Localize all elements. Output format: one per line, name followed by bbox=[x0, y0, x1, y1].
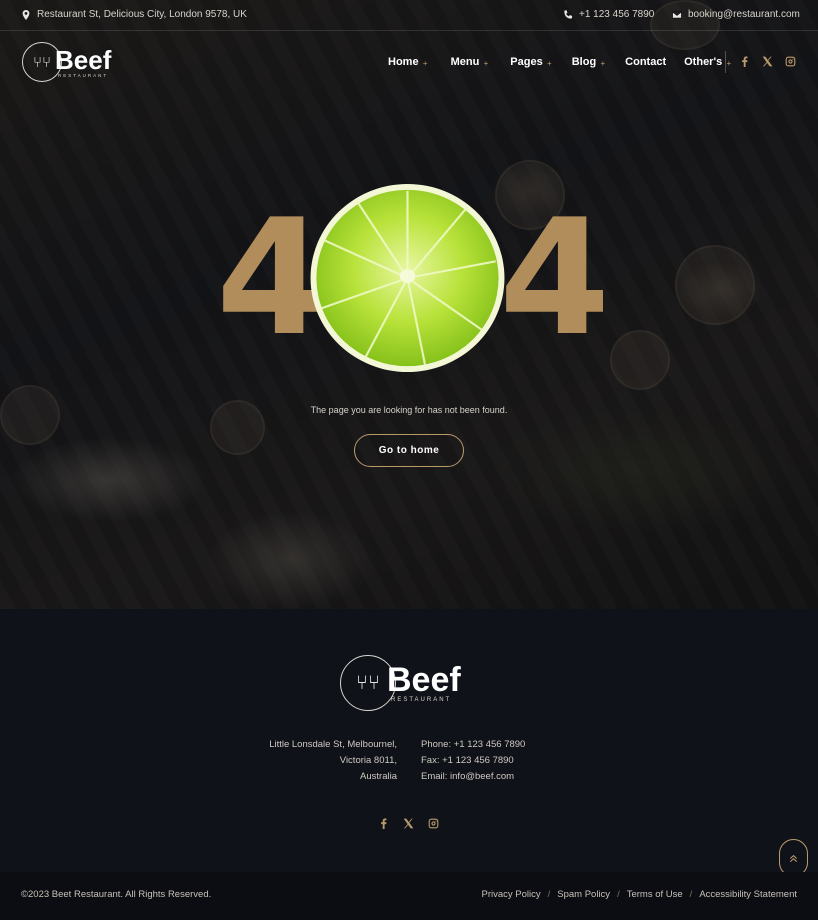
nav-item-menu[interactable]: Menu + bbox=[450, 56, 489, 68]
facebook-icon[interactable] bbox=[739, 56, 750, 67]
nav-divider bbox=[725, 51, 726, 73]
terms-of-use-link[interactable]: Terms of Use bbox=[627, 889, 683, 900]
spam-policy-link[interactable]: Spam Policy bbox=[557, 889, 610, 900]
address-line: Victoria 8011, bbox=[339, 755, 397, 766]
submenu-plus-icon: + bbox=[422, 59, 428, 68]
nav-item-contact[interactable]: Contact bbox=[625, 56, 666, 68]
phone-icon bbox=[564, 9, 573, 19]
bottom-bar: ©2023 Beet Restaurant. All Rights Reserv… bbox=[0, 872, 818, 920]
error-digit-right: 4 bbox=[499, 184, 611, 371]
main-nav: Home + Menu + Pages + Blog + Contact Other's… bbox=[388, 56, 731, 68]
footer-contact: Phone: +1 123 456 7890 Fax: +1 123 456 7… bbox=[421, 737, 525, 785]
logo-tagline: RESTAURANT bbox=[58, 72, 109, 78]
logo-tagline: RESTAURANT bbox=[391, 697, 452, 703]
email-info[interactable]: booking@restaurant.com bbox=[672, 9, 800, 20]
nav-item-pages[interactable]: Pages + bbox=[510, 56, 551, 68]
instagram-icon[interactable] bbox=[785, 56, 796, 67]
go-to-home-button[interactable]: Go to home bbox=[354, 434, 464, 467]
logo-wordmark: Beef bbox=[55, 44, 112, 75]
nav-label: Other's bbox=[684, 56, 723, 68]
envelope-icon bbox=[672, 10, 682, 19]
nav-item-others[interactable]: Other's + bbox=[684, 56, 731, 68]
error-message: The page you are looking for has not bee… bbox=[310, 405, 508, 415]
top-bar: Restaurant St, Delicious City, London 95… bbox=[0, 0, 818, 31]
link-separator: / bbox=[617, 889, 620, 900]
header-social-links bbox=[739, 56, 796, 67]
footer-phone[interactable]: Phone: +1 123 456 7890 bbox=[421, 737, 525, 753]
lime-slice-image bbox=[310, 183, 505, 373]
double-chevron-up-icon bbox=[789, 854, 798, 862]
submenu-plus-icon: + bbox=[483, 59, 489, 68]
nav-label: Blog bbox=[571, 56, 597, 68]
map-marker-icon bbox=[22, 9, 30, 20]
x-twitter-icon[interactable] bbox=[403, 818, 414, 829]
x-twitter-icon[interactable] bbox=[762, 56, 773, 67]
nav-item-blog[interactable]: Blog + bbox=[571, 56, 605, 68]
header-logo[interactable]: ⑂⑂ Beef RESTAURANT bbox=[22, 42, 111, 82]
footer-social-links bbox=[378, 818, 439, 829]
footer-fax: Fax: +1 123 456 7890 bbox=[421, 755, 514, 766]
accessibility-statement-link[interactable]: Accessibility Statement bbox=[699, 889, 797, 900]
logo-wordmark: Beef bbox=[387, 661, 461, 699]
nav-label: Pages bbox=[510, 56, 543, 68]
submenu-plus-icon: + bbox=[600, 59, 606, 68]
privacy-policy-link[interactable]: Privacy Policy bbox=[481, 889, 540, 900]
facebook-icon[interactable] bbox=[378, 818, 389, 829]
nav-label: Menu bbox=[450, 56, 480, 68]
link-separator: / bbox=[547, 889, 551, 900]
nav-label: Home bbox=[388, 56, 419, 68]
legal-links: Privacy Policy / Spam Policy / Terms of … bbox=[481, 889, 797, 900]
footer-email[interactable]: Email: info@beef.com bbox=[421, 769, 525, 785]
nav-item-home[interactable]: Home + bbox=[388, 56, 428, 68]
copyright-text: ©2023 Beet Restaurant. All Rights Reserv… bbox=[21, 889, 212, 900]
phone-text: +1 123 456 7890 bbox=[579, 9, 655, 20]
instagram-icon[interactable] bbox=[428, 818, 439, 829]
address-text: Restaurant St, Delicious City, London 95… bbox=[37, 9, 247, 20]
address-info: Restaurant St, Delicious City, London 95… bbox=[21, 9, 247, 20]
address-line: Australia bbox=[360, 771, 397, 782]
address-line: Little Lonsdale St, Melbournel, bbox=[269, 739, 397, 750]
submenu-plus-icon: + bbox=[726, 59, 732, 68]
footer-address: Little Lonsdale St, Melbournel, Victoria… bbox=[217, 737, 397, 785]
phone-info[interactable]: +1 123 456 7890 bbox=[563, 9, 654, 20]
nav-label: Contact bbox=[625, 56, 667, 68]
email-text: booking@restaurant.com bbox=[688, 9, 800, 20]
footer-logo[interactable]: ⑂⑂ Beef RESTAURANT bbox=[340, 655, 461, 711]
submenu-plus-icon: + bbox=[547, 59, 552, 68]
link-separator: / bbox=[689, 889, 693, 900]
